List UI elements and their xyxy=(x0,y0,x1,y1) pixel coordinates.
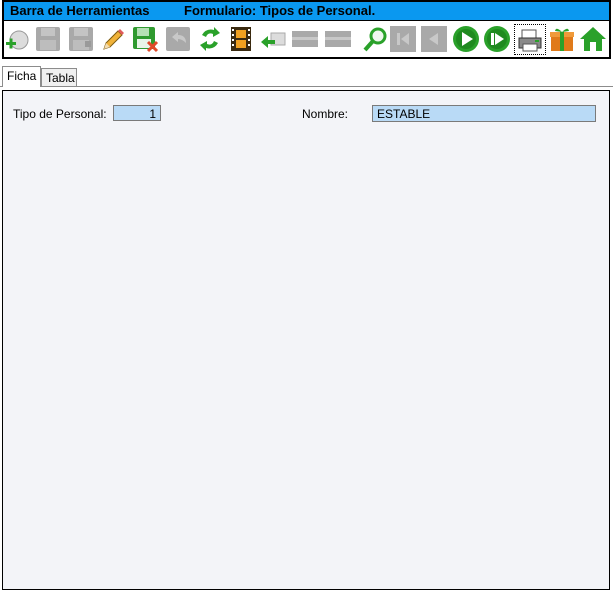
save-icon xyxy=(36,27,60,51)
tab-tabla[interactable]: Tabla xyxy=(41,68,77,86)
home-button[interactable] xyxy=(578,24,608,54)
toolbar: Barra de Herramientas Formulario: Tipos … xyxy=(2,0,611,59)
film-icon xyxy=(231,27,251,51)
previous-record-icon xyxy=(421,26,447,52)
bar-icon xyxy=(325,31,351,47)
form-title: Formulario: Tipos de Personal. xyxy=(184,3,376,18)
nombre-label: Nombre: xyxy=(302,107,349,121)
refresh-button[interactable] xyxy=(195,24,225,54)
back-arrow-icon xyxy=(261,32,286,48)
nombre-field[interactable]: ESTABLE xyxy=(372,105,596,122)
film-button[interactable] xyxy=(226,24,256,54)
toolbar-titlebar: Barra de Herramientas Formulario: Tipos … xyxy=(4,2,609,21)
save-as-icon xyxy=(69,27,93,51)
gift-button[interactable] xyxy=(547,24,577,54)
search-button[interactable] xyxy=(360,24,390,54)
bar-button-2[interactable] xyxy=(323,24,353,54)
undo-button[interactable] xyxy=(163,24,193,54)
edit-button[interactable] xyxy=(97,24,127,54)
save-delete-icon xyxy=(133,27,159,53)
save-as-button[interactable] xyxy=(66,24,96,54)
previous-record-button[interactable] xyxy=(419,24,449,54)
tipo-personal-field[interactable]: 1 xyxy=(113,105,161,121)
edit-pencil-icon xyxy=(103,29,124,50)
back-button[interactable] xyxy=(258,24,288,54)
first-record-button[interactable] xyxy=(388,24,418,54)
undo-icon xyxy=(166,27,190,51)
tipo-personal-label: Tipo de Personal: xyxy=(13,107,107,121)
bar-button-1[interactable] xyxy=(290,24,320,54)
form-panel: Tipo de Personal: 1 Nombre: ESTABLE xyxy=(2,90,610,590)
printer-icon xyxy=(518,29,542,51)
save-button[interactable] xyxy=(33,24,63,54)
last-record-button[interactable] xyxy=(482,24,512,54)
next-record-button[interactable] xyxy=(451,24,481,54)
toolbar-title: Barra de Herramientas xyxy=(10,3,150,18)
home-icon xyxy=(580,27,606,51)
search-icon xyxy=(363,27,387,52)
bar-icon xyxy=(292,31,318,47)
print-button[interactable] xyxy=(514,24,546,55)
add-icon xyxy=(6,30,29,50)
save-delete-button[interactable] xyxy=(130,24,160,54)
tab-strip xyxy=(0,64,613,87)
last-record-icon xyxy=(484,26,510,52)
first-record-icon xyxy=(390,26,416,52)
add-button[interactable] xyxy=(1,24,31,54)
tab-ficha[interactable]: Ficha xyxy=(2,66,41,87)
gift-icon xyxy=(550,28,574,51)
refresh-icon xyxy=(200,27,220,51)
next-record-icon xyxy=(453,26,479,52)
